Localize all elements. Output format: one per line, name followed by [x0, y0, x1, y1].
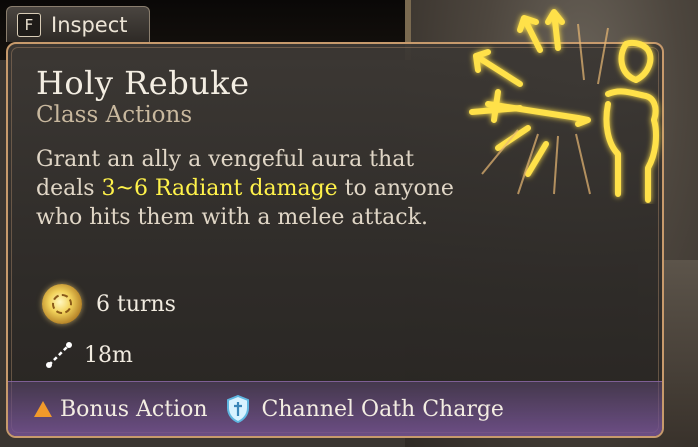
duration-value: 6 turns: [96, 291, 176, 317]
bonus-action-triangle-icon: [34, 401, 52, 417]
duration-icon: [42, 284, 82, 324]
inspect-tab[interactable]: F Inspect: [6, 6, 150, 42]
bonus-action-label: Bonus Action: [60, 396, 208, 422]
channel-oath-cost: Channel Oath Charge: [226, 395, 504, 423]
spell-description: Grant an ally a vengeful aura that deals…: [36, 145, 476, 232]
range-icon: [46, 342, 72, 368]
range-value: 18m: [84, 342, 133, 368]
duration-row: 6 turns: [42, 284, 176, 324]
spell-title: Holy Rebuke: [36, 64, 250, 102]
cost-footer: Bonus Action Channel Oath Charge: [8, 381, 662, 436]
channel-oath-shield-icon: [226, 395, 249, 423]
range-row: 18m: [42, 342, 133, 368]
damage-highlight: 3~6 Radiant damage: [101, 176, 338, 201]
inspect-label: Inspect: [51, 12, 128, 37]
bonus-action-cost: Bonus Action: [34, 397, 208, 422]
holy-rebuke-spell-icon: [469, 9, 659, 203]
keybind-badge: F: [17, 12, 41, 37]
channel-oath-label: Channel Oath Charge: [261, 396, 504, 422]
spell-category: Class Actions: [36, 102, 193, 128]
